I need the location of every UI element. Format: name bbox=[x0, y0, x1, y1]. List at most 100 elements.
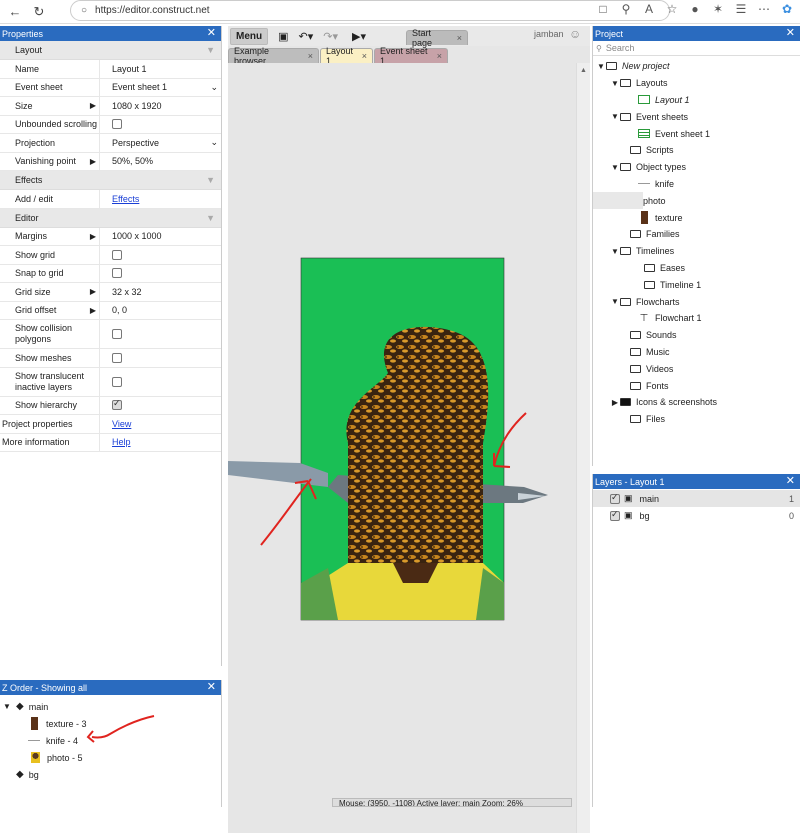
translucent-checkbox[interactable] bbox=[112, 376, 122, 387]
view-link[interactable]: View bbox=[112, 419, 131, 429]
collapse-icon[interactable]: ▼ bbox=[610, 297, 620, 306]
tab-event-sheet-1[interactable]: Event sheet 1 × bbox=[374, 46, 448, 66]
close-icon[interactable]: ✕ bbox=[786, 26, 795, 41]
favorite-icon[interactable]: ☆ bbox=[665, 2, 679, 16]
close-icon[interactable]: × bbox=[437, 51, 442, 61]
close-icon[interactable]: ✕ bbox=[207, 680, 216, 695]
copilot-icon[interactable]: ✿ bbox=[780, 2, 794, 16]
reload-icon[interactable]: ↻ bbox=[30, 3, 48, 21]
collision-checkbox[interactable] bbox=[112, 329, 122, 339]
lock-icon[interactable]: ▣ bbox=[624, 493, 633, 504]
zorder-layer-bg[interactable]: ◆ bg bbox=[0, 766, 221, 783]
expand-icon[interactable]: ▶ bbox=[90, 101, 96, 110]
tree-photo[interactable]: photo bbox=[593, 192, 666, 210]
key-icon[interactable]: ⚲ bbox=[619, 2, 633, 16]
close-icon[interactable]: × bbox=[308, 51, 313, 61]
redo-icon[interactable]: ↷▾ bbox=[323, 30, 338, 43]
section-layout[interactable]: Layout ▼ bbox=[0, 41, 221, 60]
tree-timeline-1[interactable]: Timeline 1 bbox=[593, 276, 800, 293]
zorder-item-photo[interactable]: photo - 5 bbox=[0, 749, 221, 766]
close-icon[interactable]: ✕ bbox=[786, 474, 795, 489]
vertical-scrollbar[interactable]: ▲ bbox=[576, 63, 590, 833]
show-grid-checkbox[interactable] bbox=[112, 249, 122, 260]
tree-flowcharts[interactable]: ▼ Flowcharts bbox=[593, 293, 800, 310]
section-editor[interactable]: Editor ▼ bbox=[0, 208, 221, 228]
collapse-icon[interactable]: ▼ bbox=[610, 247, 620, 256]
profile-icon[interactable]: ● bbox=[688, 2, 702, 16]
expand-icon[interactable]: ▶ bbox=[90, 157, 96, 166]
tree-videos[interactable]: Videos bbox=[593, 360, 800, 377]
collapse-icon[interactable]: ▼ bbox=[206, 45, 215, 55]
favorites-list-icon[interactable]: ☰ bbox=[734, 2, 748, 16]
expand-icon[interactable]: ▶ bbox=[610, 398, 620, 407]
lock-icon[interactable]: ▣ bbox=[624, 510, 633, 521]
unbounded-checkbox[interactable] bbox=[112, 119, 122, 130]
expand-icon[interactable]: ▶ bbox=[90, 232, 96, 241]
section-effects[interactable]: Effects ▼ bbox=[0, 171, 221, 190]
expand-icon[interactable]: ▶ bbox=[90, 306, 96, 315]
address-bar[interactable]: ○ https://editor.construct.net bbox=[70, 0, 670, 21]
prop-value[interactable]: 0, 0 bbox=[100, 302, 221, 320]
collapse-icon[interactable]: ▼ bbox=[610, 112, 620, 121]
read-aloud-icon[interactable]: A bbox=[642, 2, 656, 16]
user-avatar-icon[interactable]: ☺ bbox=[569, 27, 581, 41]
tree-icons-screenshots[interactable]: ▶ Icons & screenshots bbox=[593, 394, 800, 411]
tree-music[interactable]: Music bbox=[593, 344, 800, 361]
close-icon[interactable]: ✕ bbox=[207, 26, 216, 41]
tab-icon[interactable]: □ bbox=[596, 2, 610, 16]
tree-layout-1[interactable]: Layout 1 bbox=[593, 92, 800, 109]
tree-object-types[interactable]: ▼ Object types bbox=[593, 159, 800, 176]
close-icon[interactable]: × bbox=[362, 51, 367, 61]
tree-event-sheet-1[interactable]: Event sheet 1 bbox=[593, 125, 800, 142]
collapse-icon[interactable]: ▼ bbox=[0, 702, 14, 711]
event-sheet-select[interactable]: Event sheet 1 ⌄ bbox=[100, 79, 221, 97]
prop-value[interactable]: 1080 x 1920 bbox=[100, 97, 221, 115]
tree-layouts[interactable]: ▼ Layouts bbox=[593, 75, 800, 92]
prop-value[interactable]: 1000 x 1000 bbox=[100, 228, 221, 246]
tree-flowchart-1[interactable]: ⊤ Flowchart 1 bbox=[593, 310, 800, 327]
projection-select[interactable]: Perspective ⌄ bbox=[100, 134, 221, 152]
hierarchy-checkbox[interactable] bbox=[112, 398, 122, 411]
tree-texture[interactable]: texture bbox=[593, 209, 800, 226]
save-icon[interactable]: ▣ bbox=[278, 30, 288, 43]
prop-value[interactable]: 50%, 50% bbox=[100, 153, 221, 171]
scroll-up-icon[interactable]: ▲ bbox=[577, 67, 590, 74]
snap-grid-checkbox[interactable] bbox=[112, 268, 122, 279]
layout-canvas[interactable] bbox=[228, 63, 576, 833]
prop-value[interactable]: Layout 1 bbox=[100, 60, 221, 78]
undo-icon[interactable]: ↶▾ bbox=[299, 30, 314, 43]
prop-value[interactable]: 32 x 32 bbox=[100, 283, 221, 301]
collapse-icon[interactable]: ▼ bbox=[206, 175, 215, 185]
tab-layout-1[interactable]: Layout 1 × bbox=[320, 46, 373, 66]
tree-event-sheets[interactable]: ▼ Event sheets bbox=[593, 108, 800, 125]
tree-sounds[interactable]: Sounds bbox=[593, 327, 800, 344]
layer-row-main[interactable]: ▣ main 1 bbox=[593, 490, 800, 507]
tree-families[interactable]: Families bbox=[593, 226, 800, 243]
tree-eases[interactable]: Eases bbox=[593, 260, 800, 277]
layer-visible-checkbox[interactable] bbox=[610, 509, 620, 521]
meshes-checkbox[interactable] bbox=[112, 352, 122, 363]
layer-row-bg[interactable]: ▣ bg 0 bbox=[593, 507, 800, 524]
tree-timelines[interactable]: ▼ Timelines bbox=[593, 243, 800, 260]
effects-link[interactable]: Effects bbox=[112, 194, 139, 204]
tree-fonts[interactable]: Fonts bbox=[593, 377, 800, 394]
layer-visible-checkbox[interactable] bbox=[610, 492, 620, 504]
tree-root[interactable]: ▼ New project bbox=[593, 58, 800, 75]
more-icon[interactable]: ⋯ bbox=[757, 2, 771, 16]
menu-button[interactable]: Menu bbox=[230, 27, 269, 45]
tree-files[interactable]: Files bbox=[593, 411, 800, 428]
extensions-icon[interactable]: ✶ bbox=[711, 2, 725, 16]
project-search[interactable]: ⚲ Search bbox=[593, 41, 800, 56]
collapse-icon[interactable]: ▼ bbox=[206, 213, 215, 223]
back-icon[interactable]: ← bbox=[6, 3, 24, 21]
preview-icon[interactable]: ▶▾ bbox=[352, 30, 366, 43]
collapse-icon[interactable]: ▼ bbox=[596, 62, 606, 71]
collapse-icon[interactable]: ▼ bbox=[610, 163, 620, 172]
zorder-layer-main[interactable]: ▼ ◆ main bbox=[0, 698, 221, 715]
help-link[interactable]: Help bbox=[112, 437, 131, 447]
tab-example-browser[interactable]: Example browser × bbox=[228, 46, 319, 66]
tree-knife[interactable]: knife bbox=[593, 176, 800, 193]
tab-start-page[interactable]: Start page × bbox=[406, 28, 468, 48]
collapse-icon[interactable]: ▼ bbox=[610, 79, 620, 88]
tree-scripts[interactable]: Scripts bbox=[593, 142, 800, 159]
